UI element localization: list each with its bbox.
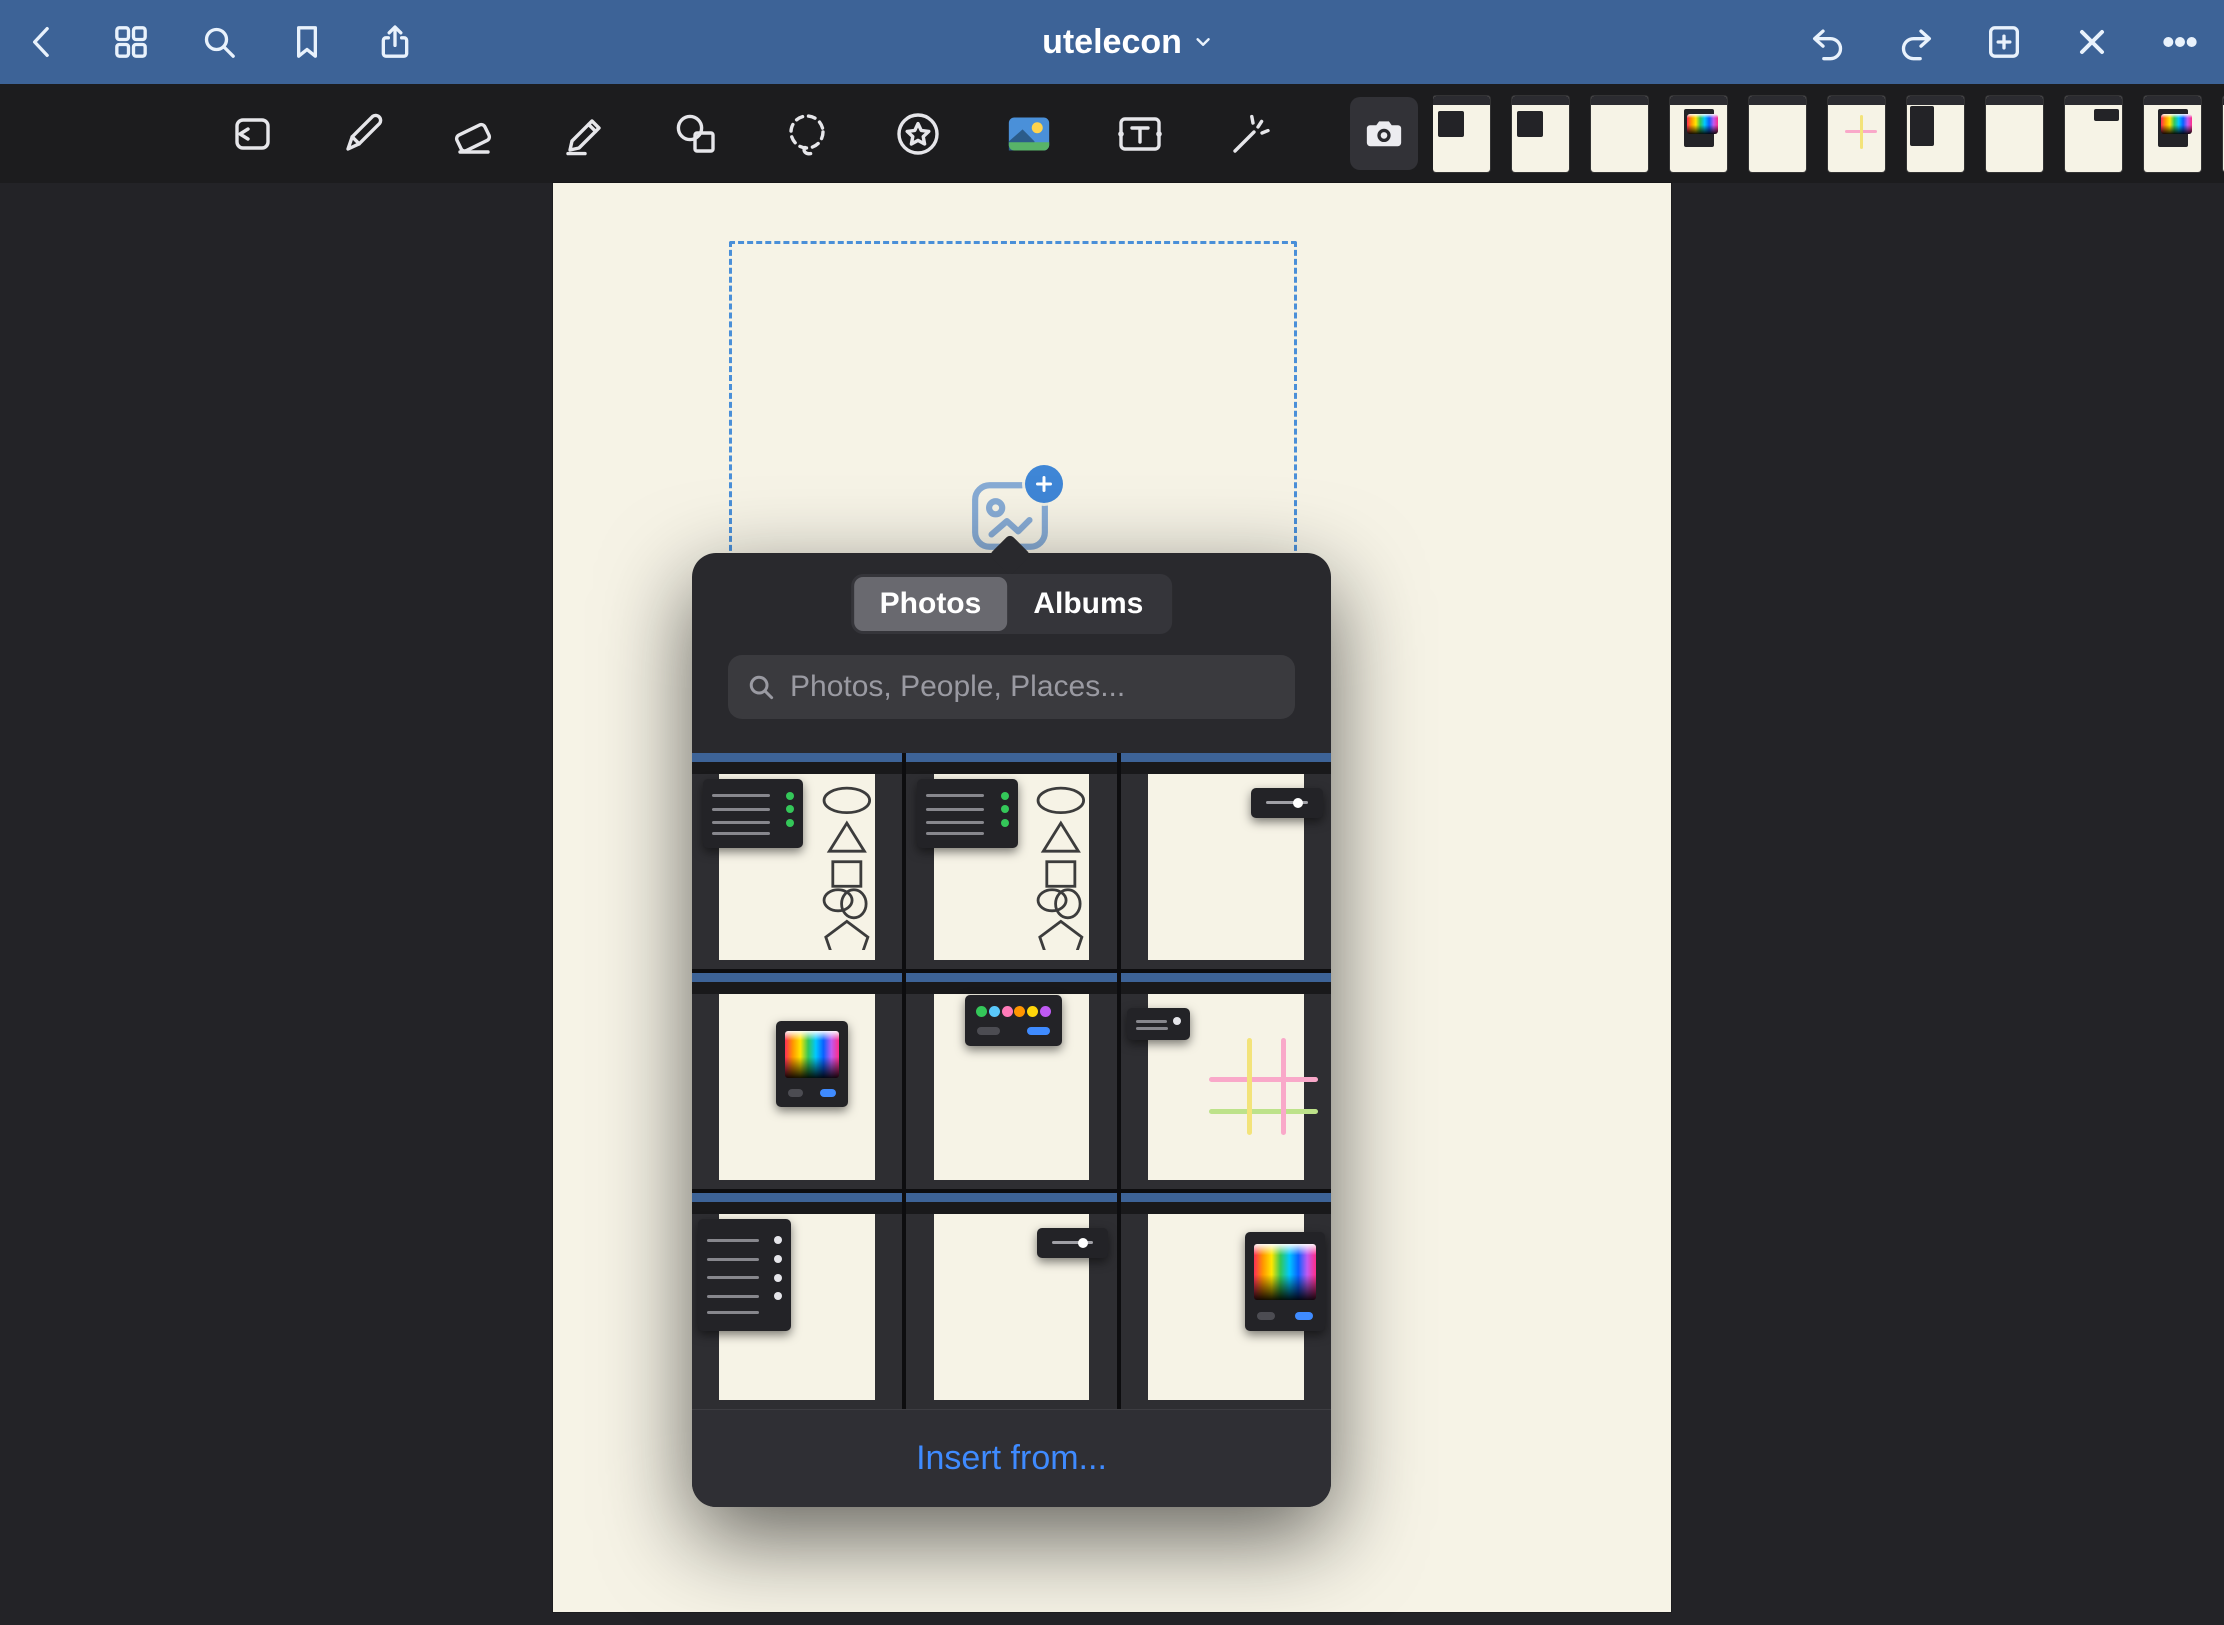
close-icon [2072,22,2112,62]
tab-photos[interactable]: Photos [854,577,1008,631]
photo-thumbnail[interactable] [906,1193,1116,1409]
page-thumbnail[interactable] [1986,96,2043,172]
search-icon [199,22,239,62]
laser-pointer-tool-icon [1227,110,1275,158]
page-thumbnail[interactable] [2065,96,2122,172]
photo-thumbnail[interactable] [1121,973,1331,1189]
image-tool-icon [1007,115,1051,153]
page-thumbnail[interactable] [1749,96,1806,172]
notebook-title-menu[interactable]: utelecon [1042,0,1214,84]
photo-thumbnail[interactable] [1121,753,1331,969]
nav-left-group [21,0,417,84]
photo-search-field[interactable] [728,655,1295,719]
photo-thumbnail[interactable] [692,1193,902,1409]
eraser-tool-icon [450,110,498,158]
tools-group [226,84,1277,183]
photo-thumbnail[interactable] [906,973,1116,1189]
page-thumbnail[interactable] [1828,96,1885,172]
app-window: utelecon [0,0,2224,1625]
elements-tool-icon [894,110,942,158]
photos-popover: Photos Albums Insert from... [692,553,1331,1507]
back-icon [23,22,63,62]
page-thumbnail[interactable] [2144,96,2201,172]
add-page-icon [1984,22,2024,62]
photos-albums-segmented: Photos Albums [851,574,1173,634]
shapes-tool-icon [672,110,720,158]
tool-bar [0,84,2224,183]
undo-icon [1808,22,1848,62]
page-thumbnail[interactable] [1907,96,1964,172]
zoom-tool-button[interactable] [226,108,278,160]
bookmark-button[interactable] [285,20,329,64]
insert-from-button[interactable]: Insert from... [692,1409,1331,1507]
add-photo-badge[interactable] [1025,465,1063,503]
camera-icon [1363,113,1405,155]
search-input[interactable] [788,669,1277,705]
share-icon [375,22,415,62]
pages-grid-button[interactable] [109,20,153,64]
photo-thumbnail[interactable] [1121,1193,1331,1409]
image-tool-button[interactable] [1003,108,1055,160]
share-button[interactable] [373,20,417,64]
back-button[interactable] [21,20,65,64]
search-icon [746,672,776,702]
shapes-tool-button[interactable] [670,108,722,160]
page-thumbnail[interactable] [1591,96,1648,172]
page-thumbnails [1433,84,2224,183]
lasso-tool-button[interactable] [781,108,833,160]
nav-bar: utelecon [0,0,2224,84]
eraser-tool-button[interactable] [448,108,500,160]
photo-thumbnail[interactable] [692,753,902,969]
photo-thumbnail[interactable] [692,973,902,1189]
tab-albums[interactable]: Albums [1007,577,1169,631]
chevron-down-icon [1192,31,1214,53]
more-icon [2160,22,2200,62]
zoom-tool-icon [228,110,276,158]
bookmark-icon [287,22,327,62]
elements-tool-button[interactable] [892,108,944,160]
add-page-button[interactable] [1982,20,2026,64]
redo-button[interactable] [1894,20,1938,64]
undo-button[interactable] [1806,20,1850,64]
pages-grid-icon [111,22,151,62]
redo-icon [1896,22,1936,62]
page-thumbnail[interactable] [1433,96,1490,172]
nav-right-group [1806,0,2202,84]
lasso-tool-icon [783,110,831,158]
photo-thumbnail[interactable] [906,753,1116,969]
close-button[interactable] [2070,20,2114,64]
plus-icon [1034,474,1054,494]
page-thumbnail[interactable] [1512,96,1569,172]
text-tool-icon [1116,110,1164,158]
photo-grid [692,753,1331,1409]
laser-pointer-tool-button[interactable] [1225,108,1277,160]
highlighter-tool-icon [561,110,609,158]
highlighter-tool-button[interactable] [559,108,611,160]
pen-tool-button[interactable] [337,108,389,160]
text-tool-button[interactable] [1114,108,1166,160]
more-button[interactable] [2158,20,2202,64]
pen-tool-icon [339,110,387,158]
search-button[interactable] [197,20,241,64]
page-thumbnail[interactable] [1670,96,1727,172]
page-title: utelecon [1042,23,1182,62]
camera-button[interactable] [1350,97,1418,170]
